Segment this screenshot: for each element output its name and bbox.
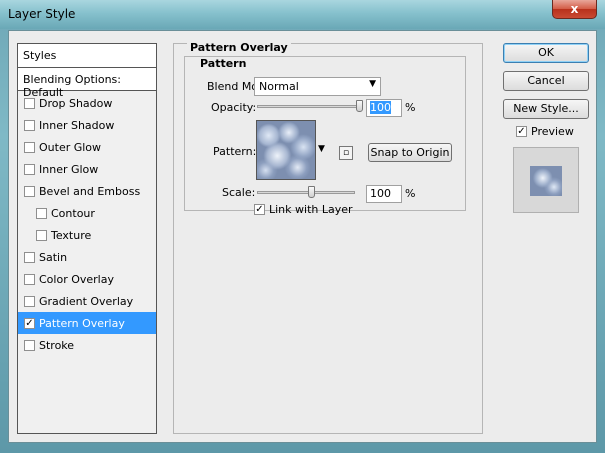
ok-button[interactable]: OK — [503, 43, 589, 63]
style-item-color-overlay[interactable]: Color Overlay — [18, 268, 156, 290]
style-item-label: Bevel and Emboss — [39, 184, 141, 198]
styles-header[interactable]: Styles — [18, 44, 156, 68]
style-preview — [513, 147, 579, 213]
chevron-down-icon: ▼ — [369, 79, 376, 89]
close-icon: x — [570, 2, 579, 16]
pattern-overlay-title: Pattern Overlay — [187, 41, 291, 54]
style-item-checkbox[interactable] — [24, 97, 35, 109]
opacity-unit: % — [405, 101, 416, 114]
snap-to-origin-button[interactable]: Snap to Origin — [368, 143, 452, 162]
style-item-inner-glow[interactable]: Inner Glow — [18, 158, 156, 180]
blend-mode-select[interactable]: Normal ▼ — [254, 77, 381, 96]
style-item-label: Color Overlay — [39, 272, 114, 286]
new-preset-icon[interactable]: ▫ — [339, 146, 353, 160]
title-bar: Layer Style x — [0, 0, 605, 29]
style-item-checkbox[interactable] — [24, 339, 35, 351]
style-item-label: Gradient Overlay — [39, 294, 134, 308]
style-item-texture[interactable]: Texture — [18, 224, 156, 246]
style-item-gradient-overlay[interactable]: Gradient Overlay — [18, 290, 156, 312]
dialog-client: Styles Blending Options: Default Drop Sh… — [8, 30, 597, 443]
pattern-label: Pattern: — [213, 145, 257, 158]
style-item-pattern-overlay[interactable]: ✓ Pattern Overlay — [18, 312, 156, 334]
new-style-button[interactable]: New Style... — [503, 99, 589, 119]
style-item-inner-shadow[interactable]: Inner Shadow — [18, 114, 156, 136]
link-with-layer-label: Link with Layer — [269, 203, 353, 216]
pattern-picker-arrow-icon[interactable]: ▼ — [318, 144, 325, 154]
scale-value: 100 — [370, 187, 391, 200]
opacity-slider-thumb[interactable] — [356, 100, 363, 112]
style-item-label: Texture — [51, 228, 92, 242]
style-item-checkbox[interactable] — [24, 185, 35, 197]
style-item-checkbox[interactable] — [24, 295, 35, 307]
style-item-outer-glow[interactable]: Outer Glow — [18, 136, 156, 158]
style-item-checkbox[interactable] — [24, 251, 35, 263]
style-item-label: Pattern Overlay — [39, 316, 125, 330]
pattern-subgroup-title: Pattern — [197, 57, 250, 70]
style-item-checkbox[interactable] — [24, 119, 35, 131]
cancel-button[interactable]: Cancel — [503, 71, 589, 91]
style-item-bevel-and-emboss[interactable]: Bevel and Emboss — [18, 180, 156, 202]
style-item-label: Drop Shadow — [39, 96, 113, 110]
scale-label: Scale: — [222, 186, 256, 199]
opacity-input[interactable]: 100 — [366, 99, 402, 117]
style-item-stroke[interactable]: Stroke — [18, 334, 156, 356]
style-preview-swatch — [530, 166, 562, 196]
scale-slider-thumb[interactable] — [308, 186, 315, 198]
style-item-label: Stroke — [39, 338, 75, 352]
preview-option[interactable]: ✓ Preview — [516, 125, 574, 138]
opacity-slider[interactable] — [257, 105, 361, 108]
style-item-checkbox[interactable]: ✓ — [24, 317, 35, 329]
close-button[interactable]: x — [552, 0, 597, 19]
style-item-contour[interactable]: Contour — [18, 202, 156, 224]
style-item-checkbox[interactable] — [24, 163, 35, 175]
style-item-label: Inner Glow — [39, 162, 99, 176]
link-with-layer-checkbox[interactable]: ✓ — [254, 204, 265, 215]
style-item-label: Contour — [51, 206, 95, 220]
opacity-label: Opacity: — [211, 101, 257, 114]
style-item-label: Satin — [39, 250, 68, 264]
style-item-checkbox[interactable] — [36, 207, 47, 219]
style-item-satin[interactable]: Satin — [18, 246, 156, 268]
pattern-swatch[interactable] — [256, 120, 316, 180]
scale-unit: % — [405, 187, 416, 200]
style-item-label: Inner Shadow — [39, 118, 115, 132]
preview-label: Preview — [531, 125, 574, 138]
style-item-checkbox[interactable] — [24, 273, 35, 285]
opacity-value: 100 — [370, 101, 391, 114]
window-title: Layer Style — [8, 7, 76, 21]
blend-mode-value: Normal — [259, 80, 299, 93]
scale-input[interactable]: 100 — [366, 185, 402, 203]
style-item-checkbox[interactable] — [24, 141, 35, 153]
style-item-checkbox[interactable] — [36, 229, 47, 241]
preview-checkbox[interactable]: ✓ — [516, 126, 527, 137]
scale-slider[interactable] — [257, 191, 355, 194]
link-with-layer-option[interactable]: ✓ Link with Layer — [254, 203, 353, 216]
style-item-drop-shadow[interactable]: Drop Shadow — [18, 92, 156, 114]
styles-list: Styles Blending Options: Default Drop Sh… — [17, 43, 157, 434]
style-item-label: Outer Glow — [39, 140, 102, 154]
blending-options-item[interactable]: Blending Options: Default — [18, 68, 156, 99]
